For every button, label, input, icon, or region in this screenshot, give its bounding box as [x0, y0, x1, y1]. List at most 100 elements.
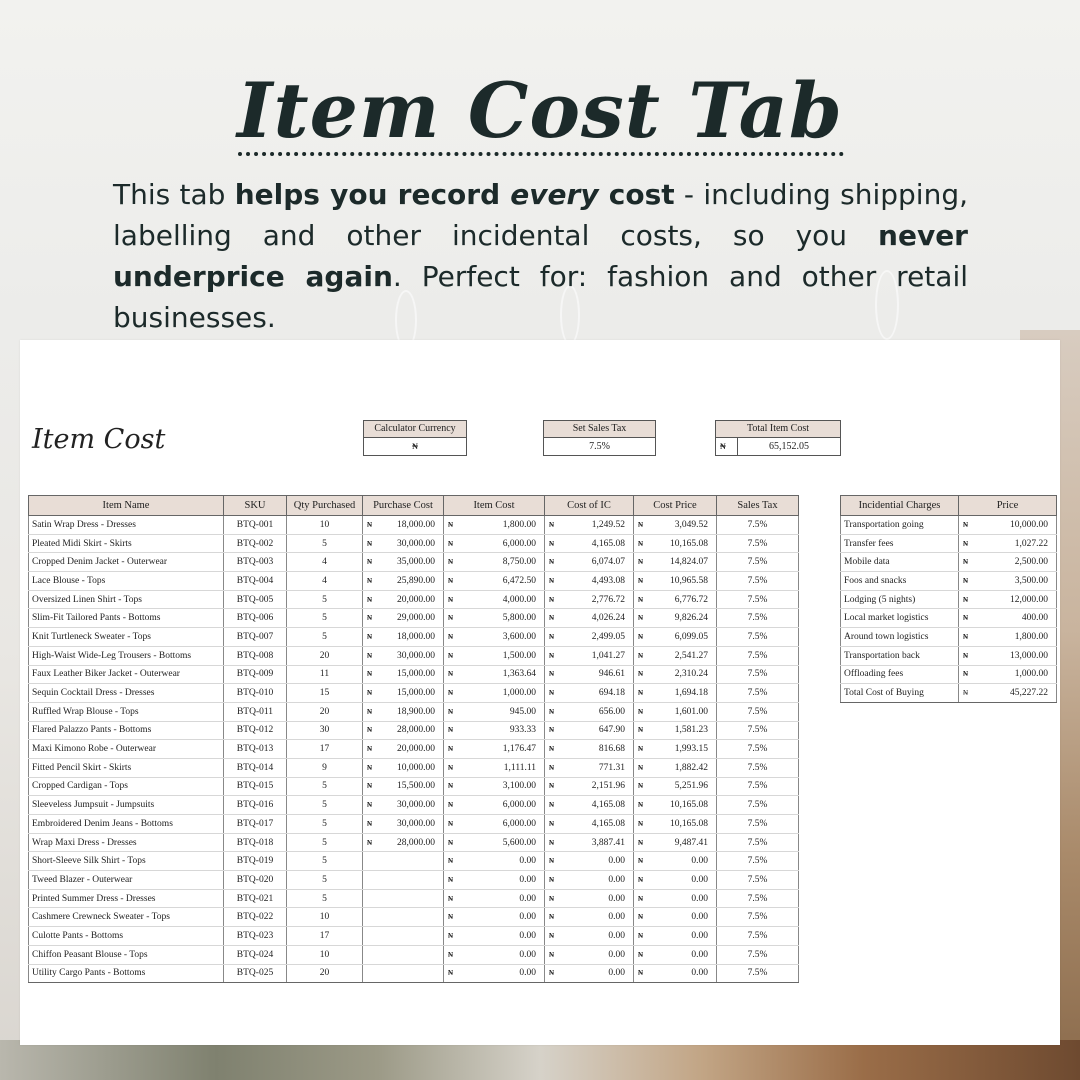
- sku-cell[interactable]: BTQ-020: [223, 870, 287, 890]
- purchase-cost-cell[interactable]: 35,000.00: [376, 552, 444, 573]
- incidental-label-cell[interactable]: Around town logistics: [840, 627, 959, 647]
- purchase-cost-cell[interactable]: 28,000.00: [376, 833, 444, 853]
- sales-tax-value[interactable]: 7.5%: [544, 438, 655, 455]
- item-name-cell[interactable]: Satin Wrap Dress - Dresses: [28, 515, 224, 535]
- qty-cell[interactable]: 9: [286, 758, 363, 778]
- sku-cell[interactable]: BTQ-013: [223, 739, 287, 759]
- purchase-cost-cell[interactable]: 20,000.00: [376, 739, 444, 759]
- qty-cell[interactable]: 11: [286, 665, 363, 685]
- incidental-label-cell[interactable]: Lodging (5 nights): [840, 590, 959, 610]
- sku-cell[interactable]: BTQ-002: [223, 534, 287, 554]
- item-name-cell[interactable]: Printed Summer Dress - Dresses: [28, 889, 224, 909]
- incidental-price-cell[interactable]: 13,000.00: [972, 646, 1057, 666]
- sku-cell[interactable]: BTQ-006: [223, 608, 287, 629]
- sku-cell[interactable]: BTQ-019: [223, 851, 287, 872]
- qty-cell[interactable]: 5: [286, 833, 363, 853]
- incidental-label-cell[interactable]: Foos and snacks: [840, 571, 959, 591]
- sku-cell[interactable]: BTQ-003: [223, 552, 287, 573]
- qty-cell[interactable]: 10: [286, 945, 363, 965]
- qty-cell[interactable]: 20: [286, 702, 363, 722]
- item-name-cell[interactable]: Ruffled Wrap Blouse - Tops: [28, 702, 224, 722]
- qty-cell[interactable]: 20: [286, 964, 363, 984]
- purchase-cost-cell[interactable]: 18,000.00: [376, 627, 444, 647]
- sku-cell[interactable]: BTQ-009: [223, 665, 287, 685]
- purchase-cost-cell[interactable]: 10,000.00: [376, 758, 444, 778]
- incidental-price-cell[interactable]: 1,000.00: [972, 665, 1057, 685]
- incidental-label-cell[interactable]: Mobile data: [840, 552, 959, 573]
- purchase-cost-cell[interactable]: 15,000.00: [376, 665, 444, 685]
- purchase-cost-cell[interactable]: 30,000.00: [376, 646, 444, 666]
- purchase-cost-cell[interactable]: [376, 945, 444, 965]
- item-name-cell[interactable]: Flared Palazzo Pants - Bottoms: [28, 721, 224, 741]
- incidental-label-cell[interactable]: Transportation back: [840, 646, 959, 666]
- sku-cell[interactable]: BTQ-015: [223, 777, 287, 797]
- item-name-cell[interactable]: Wrap Maxi Dress - Dresses: [28, 833, 224, 853]
- purchase-cost-cell[interactable]: [376, 926, 444, 946]
- sku-cell[interactable]: BTQ-022: [223, 907, 287, 928]
- qty-cell[interactable]: 30: [286, 721, 363, 741]
- qty-cell[interactable]: 5: [286, 777, 363, 797]
- purchase-cost-cell[interactable]: [376, 870, 444, 890]
- item-name-cell[interactable]: Chiffon Peasant Blouse - Tops: [28, 945, 224, 965]
- qty-cell[interactable]: 5: [286, 870, 363, 890]
- qty-cell[interactable]: 15: [286, 683, 363, 703]
- qty-cell[interactable]: 5: [286, 627, 363, 647]
- qty-cell[interactable]: 5: [286, 795, 363, 815]
- item-name-cell[interactable]: Lace Blouse - Tops: [28, 571, 224, 591]
- item-name-cell[interactable]: Slim-Fit Tailored Pants - Bottoms: [28, 608, 224, 629]
- sku-cell[interactable]: BTQ-011: [223, 702, 287, 722]
- qty-cell[interactable]: 5: [286, 889, 363, 909]
- purchase-cost-cell[interactable]: 29,000.00: [376, 608, 444, 629]
- item-name-cell[interactable]: Knit Turtleneck Sweater - Tops: [28, 627, 224, 647]
- sku-cell[interactable]: BTQ-023: [223, 926, 287, 946]
- item-name-cell[interactable]: Sequin Cocktail Dress - Dresses: [28, 683, 224, 703]
- qty-cell[interactable]: 5: [286, 814, 363, 834]
- sku-cell[interactable]: BTQ-025: [223, 964, 287, 984]
- incidental-price-cell[interactable]: 3,500.00: [972, 571, 1057, 591]
- qty-cell[interactable]: 5: [286, 590, 363, 610]
- purchase-cost-cell[interactable]: [376, 889, 444, 909]
- purchase-cost-cell[interactable]: 18,900.00: [376, 702, 444, 722]
- purchase-cost-cell[interactable]: 30,000.00: [376, 795, 444, 815]
- item-name-cell[interactable]: Pleated Midi Skirt - Skirts: [28, 534, 224, 554]
- sku-cell[interactable]: BTQ-016: [223, 795, 287, 815]
- incidental-label-cell[interactable]: Local market logistics: [840, 608, 959, 629]
- purchase-cost-cell[interactable]: 15,000.00: [376, 683, 444, 703]
- purchase-cost-cell[interactable]: [376, 851, 444, 872]
- sku-cell[interactable]: BTQ-024: [223, 945, 287, 965]
- purchase-cost-cell[interactable]: [376, 964, 444, 984]
- qty-cell[interactable]: 10: [286, 907, 363, 928]
- qty-cell[interactable]: 4: [286, 571, 363, 591]
- purchase-cost-cell[interactable]: 20,000.00: [376, 590, 444, 610]
- sku-cell[interactable]: BTQ-008: [223, 646, 287, 666]
- item-name-cell[interactable]: Tweed Blazer - Outerwear: [28, 870, 224, 890]
- incidental-price-cell[interactable]: 12,000.00: [972, 590, 1057, 610]
- incidental-price-cell[interactable]: 400.00: [972, 608, 1057, 629]
- item-name-cell[interactable]: Cropped Cardigan - Tops: [28, 777, 224, 797]
- item-name-cell[interactable]: Oversized Linen Shirt - Tops: [28, 590, 224, 610]
- item-name-cell[interactable]: High-Waist Wide-Leg Trousers - Bottoms: [28, 646, 224, 666]
- sku-cell[interactable]: BTQ-012: [223, 721, 287, 741]
- incidental-label-cell[interactable]: Transfer fees: [840, 534, 959, 554]
- purchase-cost-cell[interactable]: 25,890.00: [376, 571, 444, 591]
- qty-cell[interactable]: 20: [286, 646, 363, 666]
- item-name-cell[interactable]: Sleeveless Jumpsuit - Jumpsuits: [28, 795, 224, 815]
- purchase-cost-cell[interactable]: 28,000.00: [376, 721, 444, 741]
- item-name-cell[interactable]: Faux Leather Biker Jacket - Outerwear: [28, 665, 224, 685]
- purchase-cost-cell[interactable]: 30,000.00: [376, 534, 444, 554]
- qty-cell[interactable]: 5: [286, 851, 363, 872]
- purchase-cost-cell[interactable]: [376, 907, 444, 928]
- purchase-cost-cell[interactable]: 15,500.00: [376, 777, 444, 797]
- sku-cell[interactable]: BTQ-001: [223, 515, 287, 535]
- item-name-cell[interactable]: Fitted Pencil Skirt - Skirts: [28, 758, 224, 778]
- item-name-cell[interactable]: Cashmere Crewneck Sweater - Tops: [28, 907, 224, 928]
- sku-cell[interactable]: BTQ-021: [223, 889, 287, 909]
- item-name-cell[interactable]: Culotte Pants - Bottoms: [28, 926, 224, 946]
- sku-cell[interactable]: BTQ-017: [223, 814, 287, 834]
- item-name-cell[interactable]: Short-Sleeve Silk Shirt - Tops: [28, 851, 224, 872]
- item-name-cell[interactable]: Maxi Kimono Robe - Outerwear: [28, 739, 224, 759]
- qty-cell[interactable]: 10: [286, 515, 363, 535]
- sku-cell[interactable]: BTQ-007: [223, 627, 287, 647]
- sku-cell[interactable]: BTQ-004: [223, 571, 287, 591]
- item-name-cell[interactable]: Cropped Denim Jacket - Outerwear: [28, 552, 224, 573]
